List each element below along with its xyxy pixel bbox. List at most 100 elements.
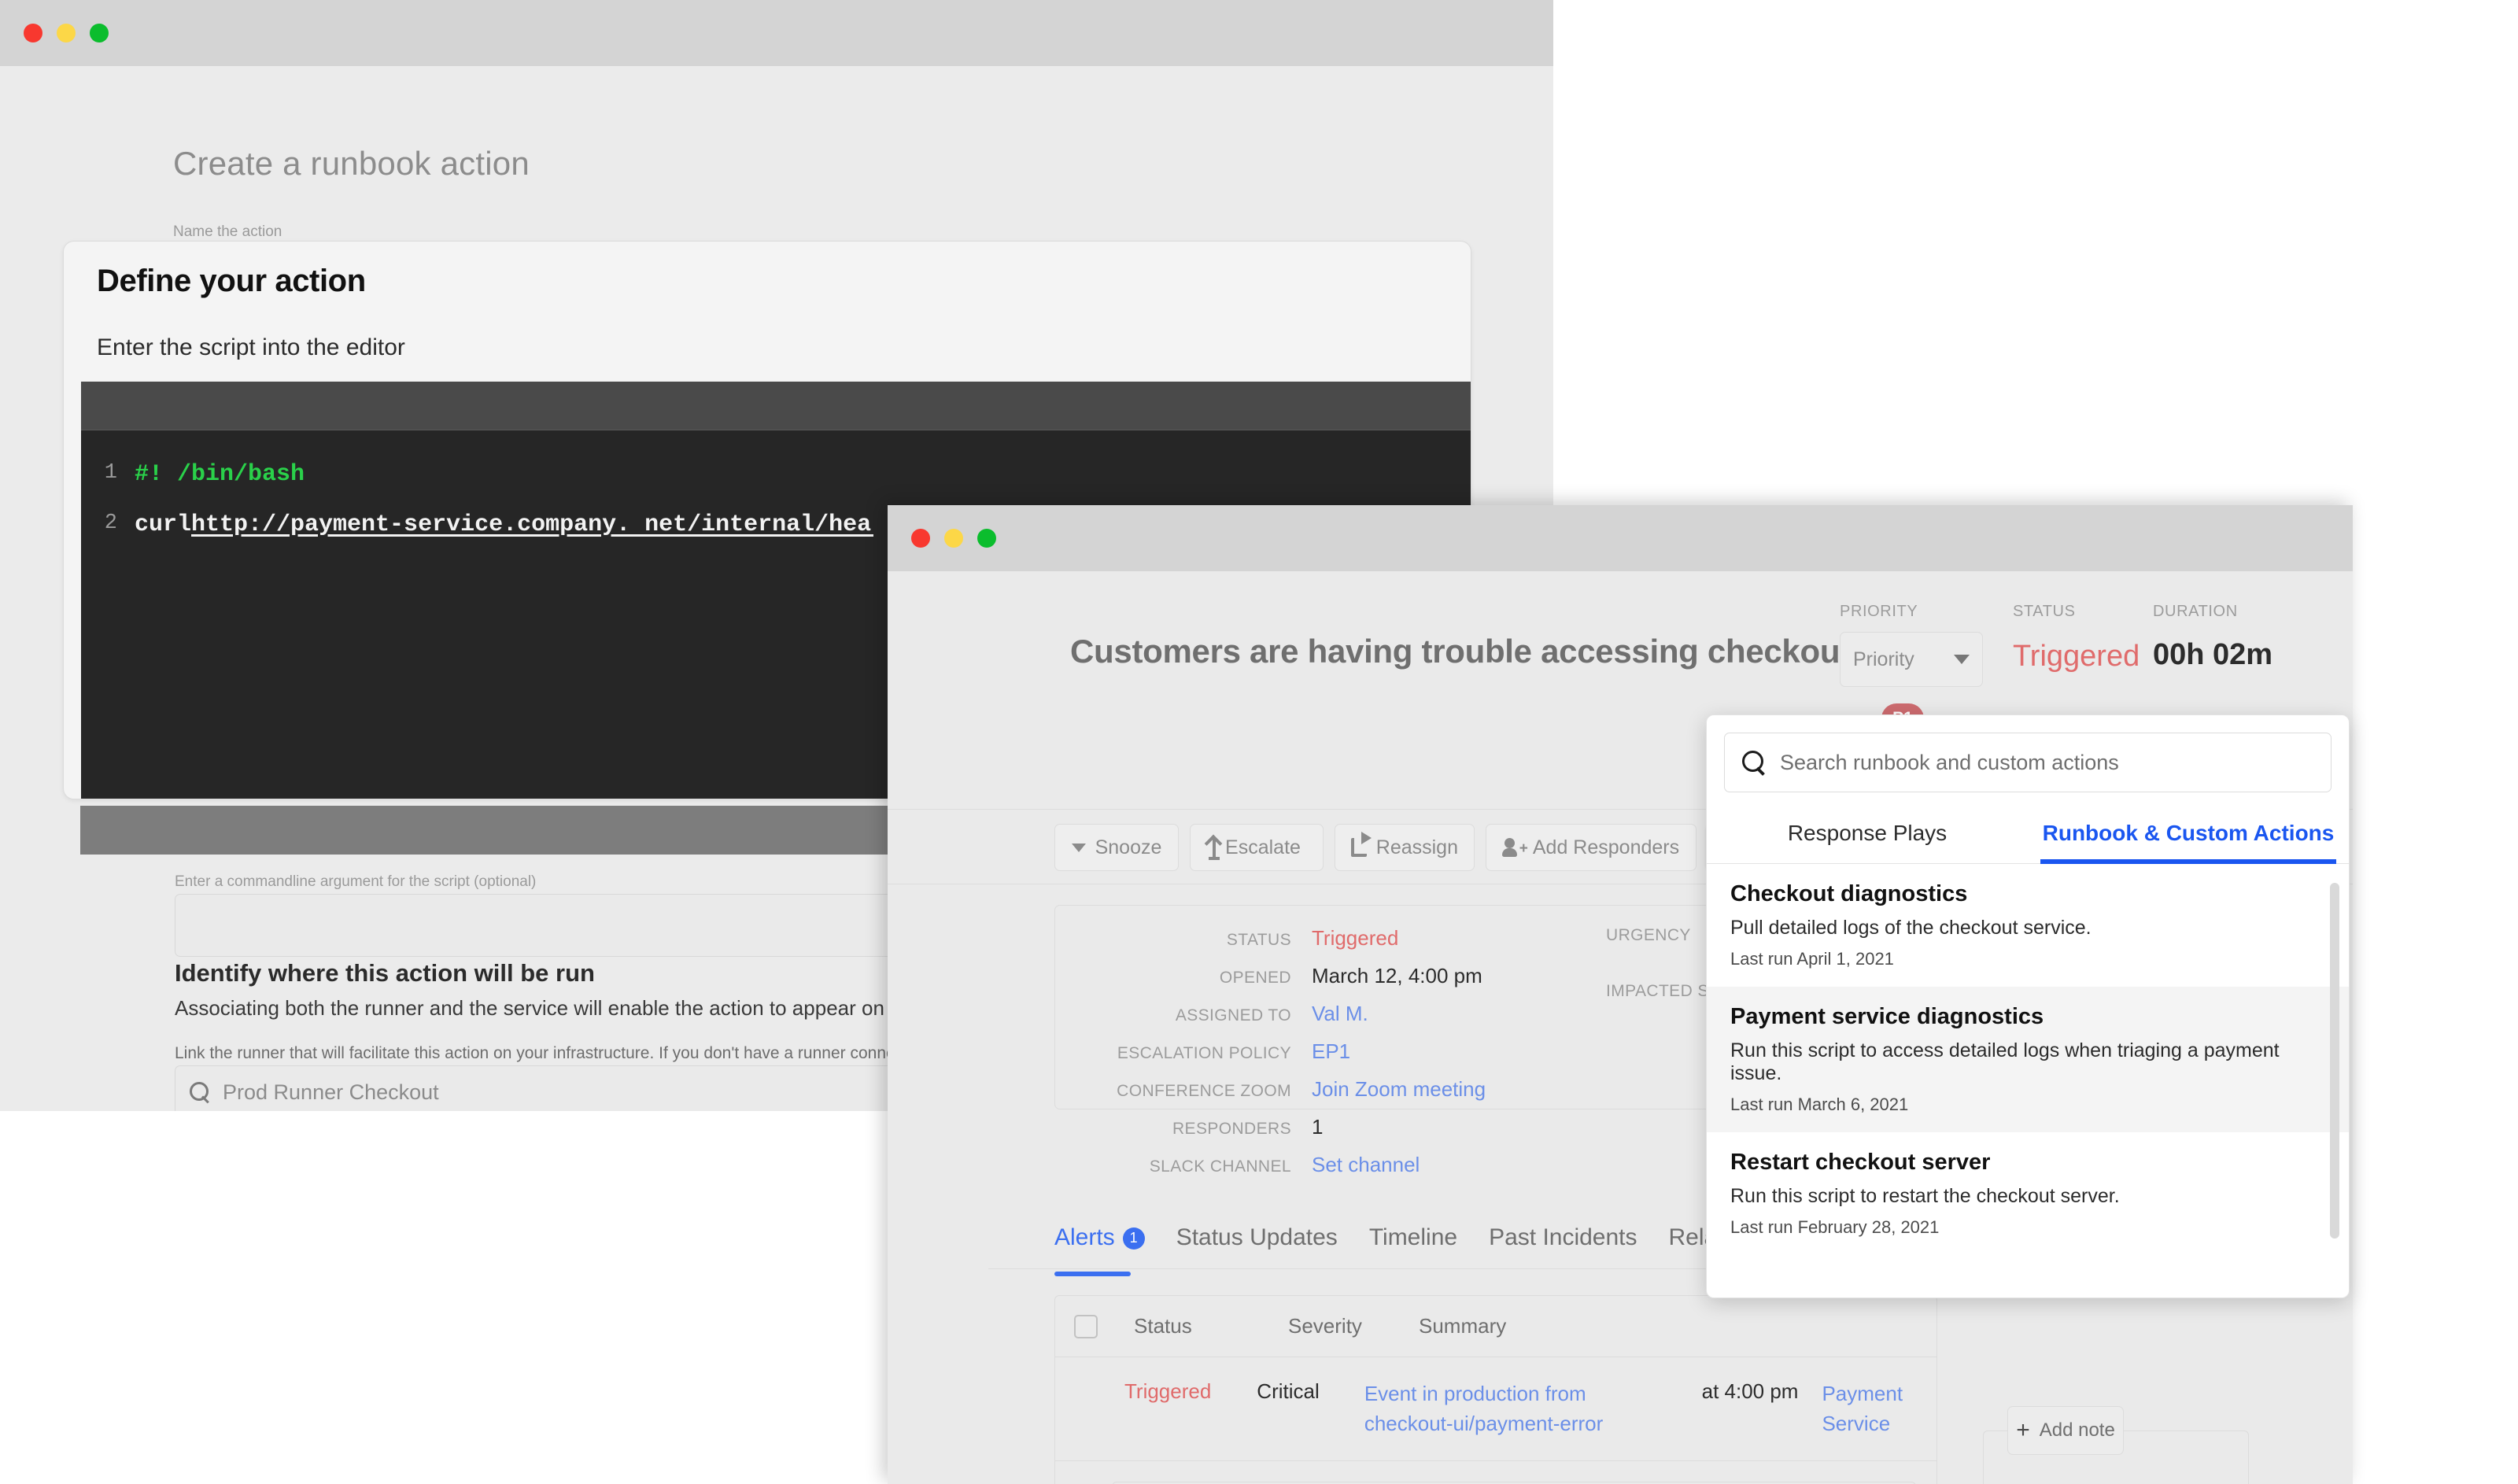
list-item-last-run: Last run March 6, 2021 bbox=[1730, 1095, 1909, 1114]
snooze-button[interactable]: Snooze bbox=[1054, 824, 1179, 871]
list-item[interactable]: Restart payment service Run this script … bbox=[1707, 1255, 2349, 1257]
detail-label: SLACK CHANNEL bbox=[1149, 1157, 1291, 1176]
priority-value: Priority bbox=[1853, 648, 1914, 670]
detail-value-link[interactable]: Set channel bbox=[1312, 1153, 1420, 1177]
person-add-icon: + bbox=[1501, 838, 1528, 857]
detail-row: RESPONDERS 1 bbox=[1055, 1115, 1324, 1139]
tab-runbook-custom-actions[interactable]: Runbook & Custom Actions bbox=[2028, 807, 2349, 864]
row-status: Triggered bbox=[1124, 1379, 1212, 1403]
define-action-heading: Define your action bbox=[97, 264, 366, 298]
list-item-last-run: Last run April 1, 2021 bbox=[1730, 949, 1894, 969]
runner-caption-text: Link the runner that will facilitate thi… bbox=[175, 1044, 936, 1062]
line-number-2: 2 bbox=[104, 511, 117, 535]
code-line-1: 1 #! /bin/bash bbox=[81, 430, 1471, 490]
priority-select[interactable]: Priority bbox=[1840, 632, 1983, 687]
tab-alerts-label: Alerts bbox=[1054, 1224, 1115, 1250]
window-titlebar-front bbox=[888, 505, 2353, 571]
detail-row: CONFERENCE ZOOM Join Zoom meeting bbox=[1055, 1077, 1486, 1102]
duration-label: DURATION bbox=[2153, 603, 2238, 620]
detail-label: STATUS bbox=[1226, 931, 1291, 949]
priority-block: PRIORITY Priority bbox=[1840, 603, 1983, 687]
code-url-2: http://payment-service.company. net/inte… bbox=[191, 511, 914, 538]
code-text-1: #! /bin/bash bbox=[135, 461, 305, 488]
alerts-table: Status Severity Summary Triggered Critic… bbox=[1054, 1295, 1937, 1484]
arrow-up-icon bbox=[1209, 838, 1220, 860]
screen: Create a runbook action Name the action … bbox=[0, 0, 2518, 1484]
tab-alerts[interactable]: Alerts 1 bbox=[1054, 1224, 1145, 1276]
tab-status-updates-label: Status Updates bbox=[1176, 1224, 1338, 1250]
add-responders-button-label: Add Responders bbox=[1532, 836, 1680, 858]
tab-response-plays-label: Response Plays bbox=[1787, 821, 1948, 845]
search-placeholder: Search runbook and custom actions bbox=[1780, 750, 2119, 774]
column-severity: Severity bbox=[1288, 1314, 1362, 1338]
status-label: STATUS bbox=[2013, 603, 2076, 620]
editor-peek-strip bbox=[873, 494, 888, 576]
maximize-window-button[interactable] bbox=[90, 24, 109, 42]
column-status: Status bbox=[1134, 1314, 1192, 1338]
list-item[interactable]: Payment service diagnostics Run this scr… bbox=[1707, 987, 2349, 1132]
panel-search-wrapper: Search runbook and custom actions bbox=[1707, 715, 2349, 807]
line-number-1: 1 bbox=[104, 461, 117, 485]
select-all-checkbox[interactable] bbox=[1074, 1314, 1098, 1338]
search-runbook-actions-input[interactable]: Search runbook and custom actions bbox=[1724, 733, 2332, 792]
row-severity: Critical bbox=[1257, 1379, 1320, 1403]
snooze-button-label: Snooze bbox=[1095, 836, 1162, 858]
incident-title: Customers are having trouble accessing c… bbox=[1070, 633, 1851, 670]
status-block: STATUS Triggered bbox=[2013, 603, 2140, 674]
incident-tabs: Alerts 1 Status Updates Timeline Past Inc… bbox=[1054, 1216, 1788, 1276]
list-item-description: Run this script to restart the checkout … bbox=[1730, 1185, 2120, 1207]
list-item[interactable]: Checkout diagnostics Pull detailed logs … bbox=[1707, 864, 2349, 987]
detail-label: ESCALATION POLICY bbox=[1117, 1044, 1291, 1062]
alerts-table-header: Status Severity Summary bbox=[1055, 1296, 1936, 1357]
add-note-button[interactable]: + Add note bbox=[2007, 1406, 2124, 1455]
share-icon bbox=[1351, 832, 1372, 857]
duration-block: DURATION 00h 02m bbox=[2153, 603, 2272, 672]
list-item-description: Run this script to access detailed logs … bbox=[1730, 1039, 2280, 1084]
list-item-description: Pull detailed logs of the checkout servi… bbox=[1730, 917, 2092, 939]
tab-past-incidents-label: Past Incidents bbox=[1489, 1224, 1637, 1250]
runbook-actions-list[interactable]: Checkout diagnostics Pull detailed logs … bbox=[1707, 864, 2349, 1257]
row-summary-link[interactable]: Event in production from checkout-ui/pay… bbox=[1364, 1379, 1674, 1438]
priority-label: PRIORITY bbox=[1840, 603, 1918, 620]
detail-value-link[interactable]: Val M. bbox=[1312, 1002, 1368, 1026]
row-service-link[interactable]: Payment Service bbox=[1822, 1379, 1918, 1438]
identify-heading: Identify where this action will be run bbox=[175, 959, 595, 987]
tab-status-updates[interactable]: Status Updates bbox=[1176, 1224, 1338, 1259]
tab-runbook-custom-actions-label: Runbook & Custom Actions bbox=[2042, 821, 2335, 845]
maximize-window-button[interactable] bbox=[977, 529, 996, 548]
chevron-down-icon bbox=[1071, 843, 1086, 852]
tab-timeline[interactable]: Timeline bbox=[1369, 1224, 1457, 1259]
close-window-button[interactable] bbox=[911, 529, 930, 548]
detail-row: STATUS Triggered bbox=[1055, 926, 1398, 951]
status-value: Triggered bbox=[2013, 640, 2140, 673]
row-time: at 4:00 pm bbox=[1701, 1379, 1799, 1403]
add-responders-button[interactable]: + Add Responders bbox=[1486, 824, 1697, 871]
tab-past-incidents[interactable]: Past Incidents bbox=[1489, 1224, 1637, 1259]
detail-row: ESCALATION POLICY EP1 bbox=[1055, 1039, 1350, 1064]
notes-card: + Add note bbox=[1983, 1406, 2249, 1484]
panel-tabs: Response Plays Runbook & Custom Actions bbox=[1707, 807, 2349, 864]
reassign-button[interactable]: Reassign bbox=[1335, 824, 1475, 871]
detail-label: RESPONDERS bbox=[1172, 1120, 1291, 1138]
close-window-button[interactable] bbox=[24, 24, 42, 42]
list-item-title: Restart checkout server bbox=[1730, 1150, 1991, 1175]
urgency-row: URGENCY bbox=[1606, 926, 1691, 945]
list-item[interactable]: Restart checkout server Run this script … bbox=[1707, 1132, 2349, 1255]
detail-row: SLACK CHANNEL Set channel bbox=[1055, 1153, 1420, 1177]
chevron-down-icon bbox=[1954, 655, 1970, 664]
minimize-window-button[interactable] bbox=[944, 529, 963, 548]
escalate-button[interactable]: Escalate bbox=[1190, 824, 1324, 871]
detail-value: Triggered bbox=[1312, 926, 1399, 950]
detail-value-link[interactable]: EP1 bbox=[1312, 1039, 1350, 1064]
detail-label: CONFERENCE ZOOM bbox=[1117, 1082, 1291, 1100]
code-command-2: curl bbox=[135, 511, 192, 538]
table-row[interactable]: Triggered Critical Event in production f… bbox=[1055, 1357, 1936, 1462]
detail-value-link[interactable]: Join Zoom meeting bbox=[1312, 1077, 1486, 1102]
column-summary: Summary bbox=[1419, 1314, 1507, 1338]
minimize-window-button[interactable] bbox=[57, 24, 76, 42]
duration-value: 00h 02m bbox=[2153, 638, 2273, 671]
tab-response-plays[interactable]: Response Plays bbox=[1707, 807, 2028, 863]
reassign-button-label: Reassign bbox=[1375, 836, 1458, 858]
panel-scrollbar[interactable] bbox=[2330, 883, 2339, 1239]
detail-value: 1 bbox=[1312, 1115, 1324, 1139]
